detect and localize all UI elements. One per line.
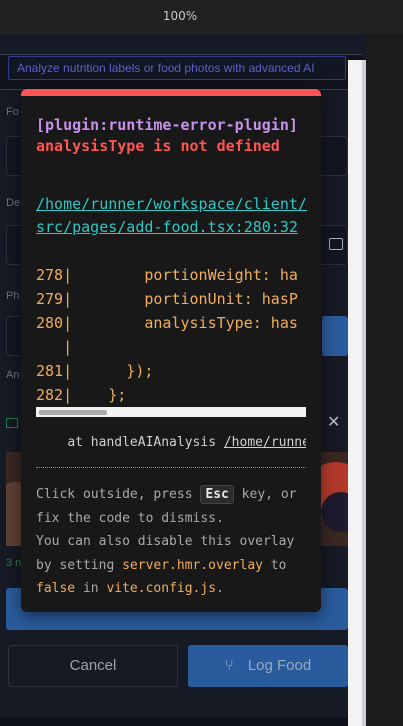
- error-file-link[interactable]: /home/runner/workspace/client/src/pages/…: [36, 193, 308, 239]
- image-file-icon: [6, 418, 18, 428]
- code-line: 279| portionUnit: hasP: [36, 290, 298, 308]
- esc-key: Esc: [200, 485, 234, 504]
- error-message: [plugin:runtime-error-plugin] analysisTy…: [36, 115, 316, 157]
- code-line: 278| portionWeight: ha: [36, 266, 298, 284]
- tip-config: vite.config.js: [106, 581, 217, 596]
- error-text: analysisType is not defined: [36, 137, 280, 155]
- code-line: 280| analysisType: has: [36, 314, 298, 332]
- ai-analysis-subtitle: Analyze nutrition labels or food photos …: [8, 56, 346, 80]
- tip-text: Click outside, press: [36, 487, 201, 502]
- log-food-button[interactable]: ⑂ Log Food: [188, 645, 348, 687]
- tip-text: to: [262, 557, 287, 573]
- code-line: 281| });: [36, 362, 154, 380]
- image-icon[interactable]: [329, 238, 343, 250]
- log-food-label: Log Food: [247, 657, 312, 674]
- overlay-divider: [36, 467, 306, 468]
- tip-value: false: [36, 581, 76, 596]
- description-label: De: [6, 197, 21, 209]
- scrollbar-track[interactable]: [348, 60, 362, 726]
- stack-path-link[interactable]: /home/runner: [224, 435, 306, 450]
- error-accent-bar: [21, 89, 321, 96]
- code-frame: 278| portionWeight: ha 279| portionUnit:…: [36, 263, 306, 409]
- close-icon[interactable]: ✕: [327, 412, 340, 432]
- scrollbar-thumb[interactable]: [39, 410, 107, 415]
- error-plugin: [plugin:runtime-error-plugin]: [36, 116, 298, 134]
- browser-toolbar: 100%: [0, 0, 403, 34]
- tip-text: .: [216, 581, 224, 596]
- tip-setting: server.hmr.overlay: [122, 557, 263, 573]
- overlay-tip: Click outside, press Esc key, or fix the…: [36, 483, 306, 601]
- scrollbar-edge: [362, 60, 366, 726]
- code-line: 282| };: [36, 386, 127, 404]
- analyze-label: An: [6, 369, 20, 381]
- stack-prefix: at handleAIAnalysis: [67, 435, 224, 450]
- utensils-icon: ⑂: [224, 657, 234, 674]
- cancel-button[interactable]: Cancel: [8, 645, 178, 687]
- code-line: |: [36, 338, 73, 356]
- vite-error-overlay[interactable]: [plugin:runtime-error-plugin] analysisTy…: [21, 89, 321, 612]
- photo-label: Ph: [6, 290, 20, 302]
- code-horizontal-scrollbar[interactable]: [36, 407, 306, 417]
- upload-button[interactable]: [322, 316, 348, 356]
- stack-trace: at handleAIAnalysis /home/runner: [36, 435, 306, 450]
- zoom-level[interactable]: 100%: [0, 9, 360, 23]
- page-bottom-edge: [0, 718, 366, 726]
- food-label: Fo: [6, 106, 19, 118]
- tip-text: in: [75, 581, 107, 596]
- item-count: 3 n: [6, 557, 22, 569]
